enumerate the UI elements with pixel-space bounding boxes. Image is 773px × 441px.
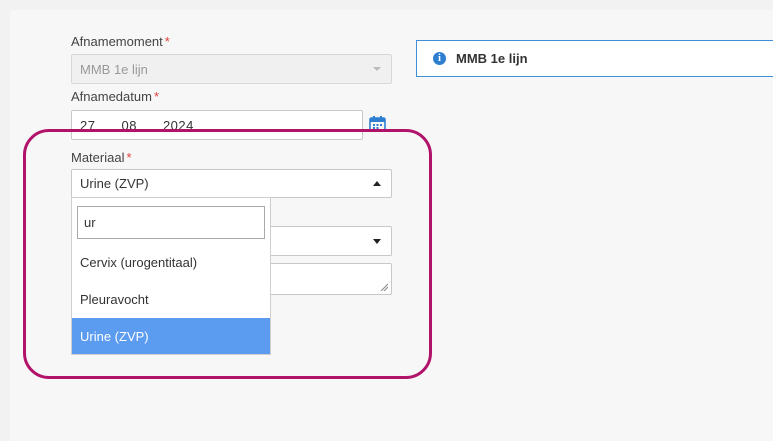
materiaal-label: Materiaal * — [71, 150, 132, 165]
resize-grip-icon[interactable] — [380, 283, 388, 291]
afnamemoment-label-text: Afnamemoment — [71, 34, 163, 49]
required-marker: * — [126, 150, 132, 165]
search-value[interactable]: ur — [84, 215, 96, 230]
option-label: Urine (ZVP) — [80, 328, 149, 344]
afnamemoment-value: MMB 1e lijn — [80, 61, 148, 77]
afnamedatum-label: Afnamedatum * — [71, 89, 159, 104]
info-icon: i — [433, 52, 446, 65]
afnamedatum-label-text: Afnamedatum — [71, 89, 152, 104]
materiaal-select[interactable]: Urine (ZVP) — [71, 169, 392, 198]
materiaal-label-text: Materiaal — [71, 150, 125, 165]
info-box: i MMB 1e lijn — [416, 40, 773, 77]
chevron-down-icon — [373, 239, 381, 244]
dropdown-search-input[interactable]: ur — [77, 206, 265, 239]
required-marker: * — [164, 34, 170, 49]
dropdown-option-selected[interactable]: Urine (ZVP) — [72, 318, 270, 354]
afnamedatum-field[interactable]: 27 08 2024 — [71, 110, 363, 140]
date-year[interactable]: 2024 — [163, 118, 194, 133]
option-label: Pleuravocht — [80, 291, 149, 307]
materiaal-value: Urine (ZVP) — [80, 176, 149, 191]
date-month[interactable]: 08 — [121, 118, 136, 133]
date-day[interactable]: 27 — [80, 118, 95, 133]
afnamemoment-label: Afnamemoment * — [71, 34, 170, 49]
dropdown-option[interactable]: Pleuravocht — [72, 281, 270, 317]
info-box-text: MMB 1e lijn — [456, 51, 528, 66]
calendar-icon[interactable] — [369, 115, 386, 132]
chevron-down-icon — [373, 67, 381, 71]
materiaal-dropdown: ur Cervix (urogentitaal) Pleuravocht Uri… — [71, 197, 271, 355]
option-label: Cervix (urogentitaal) — [80, 254, 198, 270]
required-marker: * — [153, 89, 159, 104]
dropdown-option[interactable]: Cervix (urogentitaal) — [72, 244, 270, 280]
chevron-up-icon — [373, 180, 381, 186]
afnamemoment-select: MMB 1e lijn — [71, 54, 392, 84]
